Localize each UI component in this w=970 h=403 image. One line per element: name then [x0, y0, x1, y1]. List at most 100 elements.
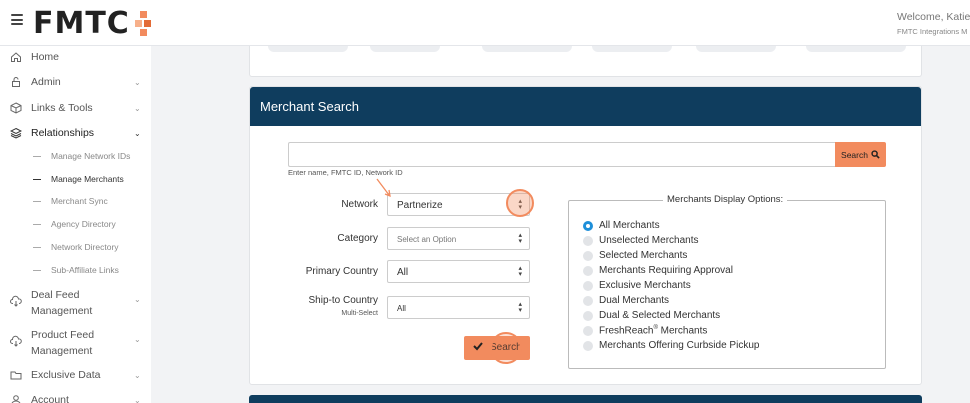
radio[interactable]	[583, 311, 593, 321]
radio[interactable]	[583, 266, 593, 276]
option-label: Dual Merchants	[599, 295, 670, 306]
radio[interactable]	[583, 341, 593, 351]
radio[interactable]	[583, 236, 593, 246]
card-tab-shadow	[370, 46, 440, 52]
sidebar-item-account[interactable]: Account ⌄	[0, 389, 151, 403]
sidebar-subitem-label: Manage Merchants	[51, 174, 124, 184]
option-label: FreshReach® Merchants	[599, 325, 708, 337]
radio[interactable]	[583, 281, 593, 291]
sidebar-item-label: Exclusive Data	[31, 369, 101, 381]
option-label: All Merchants	[599, 220, 660, 231]
next-card-header	[249, 395, 922, 403]
dash-icon	[33, 269, 41, 271]
account-subtitle: FMTC Integrations M	[897, 27, 968, 36]
dash-icon	[33, 200, 41, 202]
network-label: Network	[341, 199, 378, 210]
chevron-down-icon: ⌄	[134, 335, 141, 344]
search-helper-text: Enter name, FMTC ID, Network ID	[288, 168, 403, 177]
search-button[interactable]: Search	[835, 142, 886, 167]
primary-country-select[interactable]: All ▴ ▾	[387, 260, 530, 283]
sidebar-subitem-label: Network Directory	[51, 242, 119, 252]
multi-select-hint: Multi-Select	[341, 310, 378, 317]
dash-icon	[33, 223, 41, 225]
chevron-down-icon: ⌄	[134, 77, 141, 87]
search-icon	[871, 150, 880, 159]
cloud-download-icon	[10, 295, 22, 307]
sidebar-subitem-manage-network-ids[interactable]: Manage Network IDs	[0, 147, 151, 165]
sort-caret-icon: ▴ ▾	[518, 265, 522, 278]
sidebar-subitem-agency-directory[interactable]: Agency Directory	[0, 215, 151, 233]
welcome-text[interactable]: Welcome, Katie A	[897, 11, 970, 23]
sidebar-item-exclusive-data[interactable]: Exclusive Data ⌄	[0, 364, 151, 386]
primary-country-value: All	[397, 267, 409, 278]
dash-icon	[33, 155, 41, 157]
card-tab-shadow	[806, 46, 906, 52]
logo[interactable]: FMTC	[33, 8, 130, 40]
ship-to-country-label: Ship-to Country	[308, 295, 378, 306]
chevron-down-icon: ⌄	[134, 128, 141, 138]
option-label: Selected Merchants	[599, 250, 688, 261]
cloud-download-icon	[10, 335, 22, 347]
radio[interactable]	[583, 326, 593, 336]
sidebar-item-label-2: Management	[31, 305, 93, 317]
box-icon	[10, 102, 22, 114]
sidebar-item-links-tools[interactable]: Links & Tools ⌄	[0, 97, 151, 119]
user-icon	[11, 395, 21, 403]
primary-country-label: Primary Country	[305, 266, 378, 277]
network-value: Partnerize	[397, 200, 443, 211]
sidebar-item-label: Deal Feed	[31, 289, 80, 301]
logo-plus-icon	[135, 11, 151, 36]
click-highlight	[490, 332, 522, 364]
sidebar-item-admin[interactable]: Admin ⌄	[0, 71, 151, 93]
lock-icon	[12, 77, 20, 87]
sidebar-subitem-label: Manage Network IDs	[51, 151, 131, 161]
option-label: Merchants Requiring Approval	[599, 265, 733, 276]
sidebar-subitem-network-directory[interactable]: Network Directory	[0, 238, 151, 256]
ship-to-country-select[interactable]: All ▴ ▾	[387, 296, 530, 319]
radio[interactable]	[583, 296, 593, 306]
card-title: Merchant Search	[260, 99, 359, 114]
option-label: Exclusive Merchants	[599, 280, 691, 291]
sidebar-item-label-2: Management	[31, 345, 93, 357]
sidebar-item-relationships[interactable]: Relationships ⌄	[0, 122, 151, 144]
menu-icon[interactable]	[11, 14, 23, 25]
merchant-search-card: Merchant Search Search Enter name, FMTC …	[249, 86, 922, 385]
sidebar-item-product-feed[interactable]: Product Feed Management ⌄	[0, 327, 151, 361]
category-placeholder: Select an Option	[397, 235, 457, 244]
sidebar-item-label: Account	[31, 394, 69, 403]
display-options-box: Merchants Display Options: All Merchants…	[568, 194, 886, 369]
chevron-down-icon: ⌄	[134, 295, 141, 304]
chevron-down-icon: ⌄	[134, 370, 141, 380]
radio[interactable]	[583, 251, 593, 261]
sidebar-subitem-label: Agency Directory	[51, 219, 116, 229]
sidebar-subitem-sub-affiliate-links[interactable]: Sub-Affiliate Links	[0, 261, 151, 279]
sidebar-subitem-label: Sub-Affiliate Links	[51, 265, 119, 275]
chevron-down-icon: ⌄	[134, 103, 141, 113]
category-select[interactable]: Select an Option ▴ ▾	[387, 227, 530, 250]
option-label: Unselected Merchants	[599, 235, 699, 246]
card-tab-shadow	[268, 46, 348, 52]
sidebar-item-home[interactable]: Home	[0, 46, 151, 68]
search-button-label: Search	[841, 149, 868, 160]
click-highlight	[506, 189, 534, 217]
card-header: Merchant Search	[250, 87, 921, 126]
previous-card	[249, 46, 922, 77]
ship-to-country-value: All	[397, 304, 406, 313]
layers-icon	[10, 127, 22, 139]
card-tab-shadow	[592, 46, 672, 52]
folder-icon	[10, 371, 22, 380]
sidebar-subitem-manage-merchants[interactable]: Manage Merchants	[0, 170, 151, 188]
sidebar: Home Admin ⌄ Links & Tools ⌄ Relationshi…	[0, 46, 151, 403]
sidebar-item-label: Admin	[31, 76, 61, 88]
category-label: Category	[337, 233, 378, 244]
option-label: Merchants Offering Curbside Pickup	[599, 340, 760, 351]
option-label: Dual & Selected Merchants	[599, 310, 721, 321]
sidebar-item-deal-feed[interactable]: Deal Feed Management ⌄	[0, 287, 151, 321]
radio-selected[interactable]	[583, 221, 593, 231]
merchant-search-input[interactable]	[288, 142, 836, 167]
chevron-down-icon: ⌄	[134, 395, 141, 403]
home-icon	[11, 52, 21, 62]
sidebar-subitem-merchant-sync[interactable]: Merchant Sync	[0, 192, 151, 210]
sidebar-item-label: Relationships	[31, 127, 95, 139]
sort-caret-icon: ▴ ▾	[518, 232, 522, 245]
